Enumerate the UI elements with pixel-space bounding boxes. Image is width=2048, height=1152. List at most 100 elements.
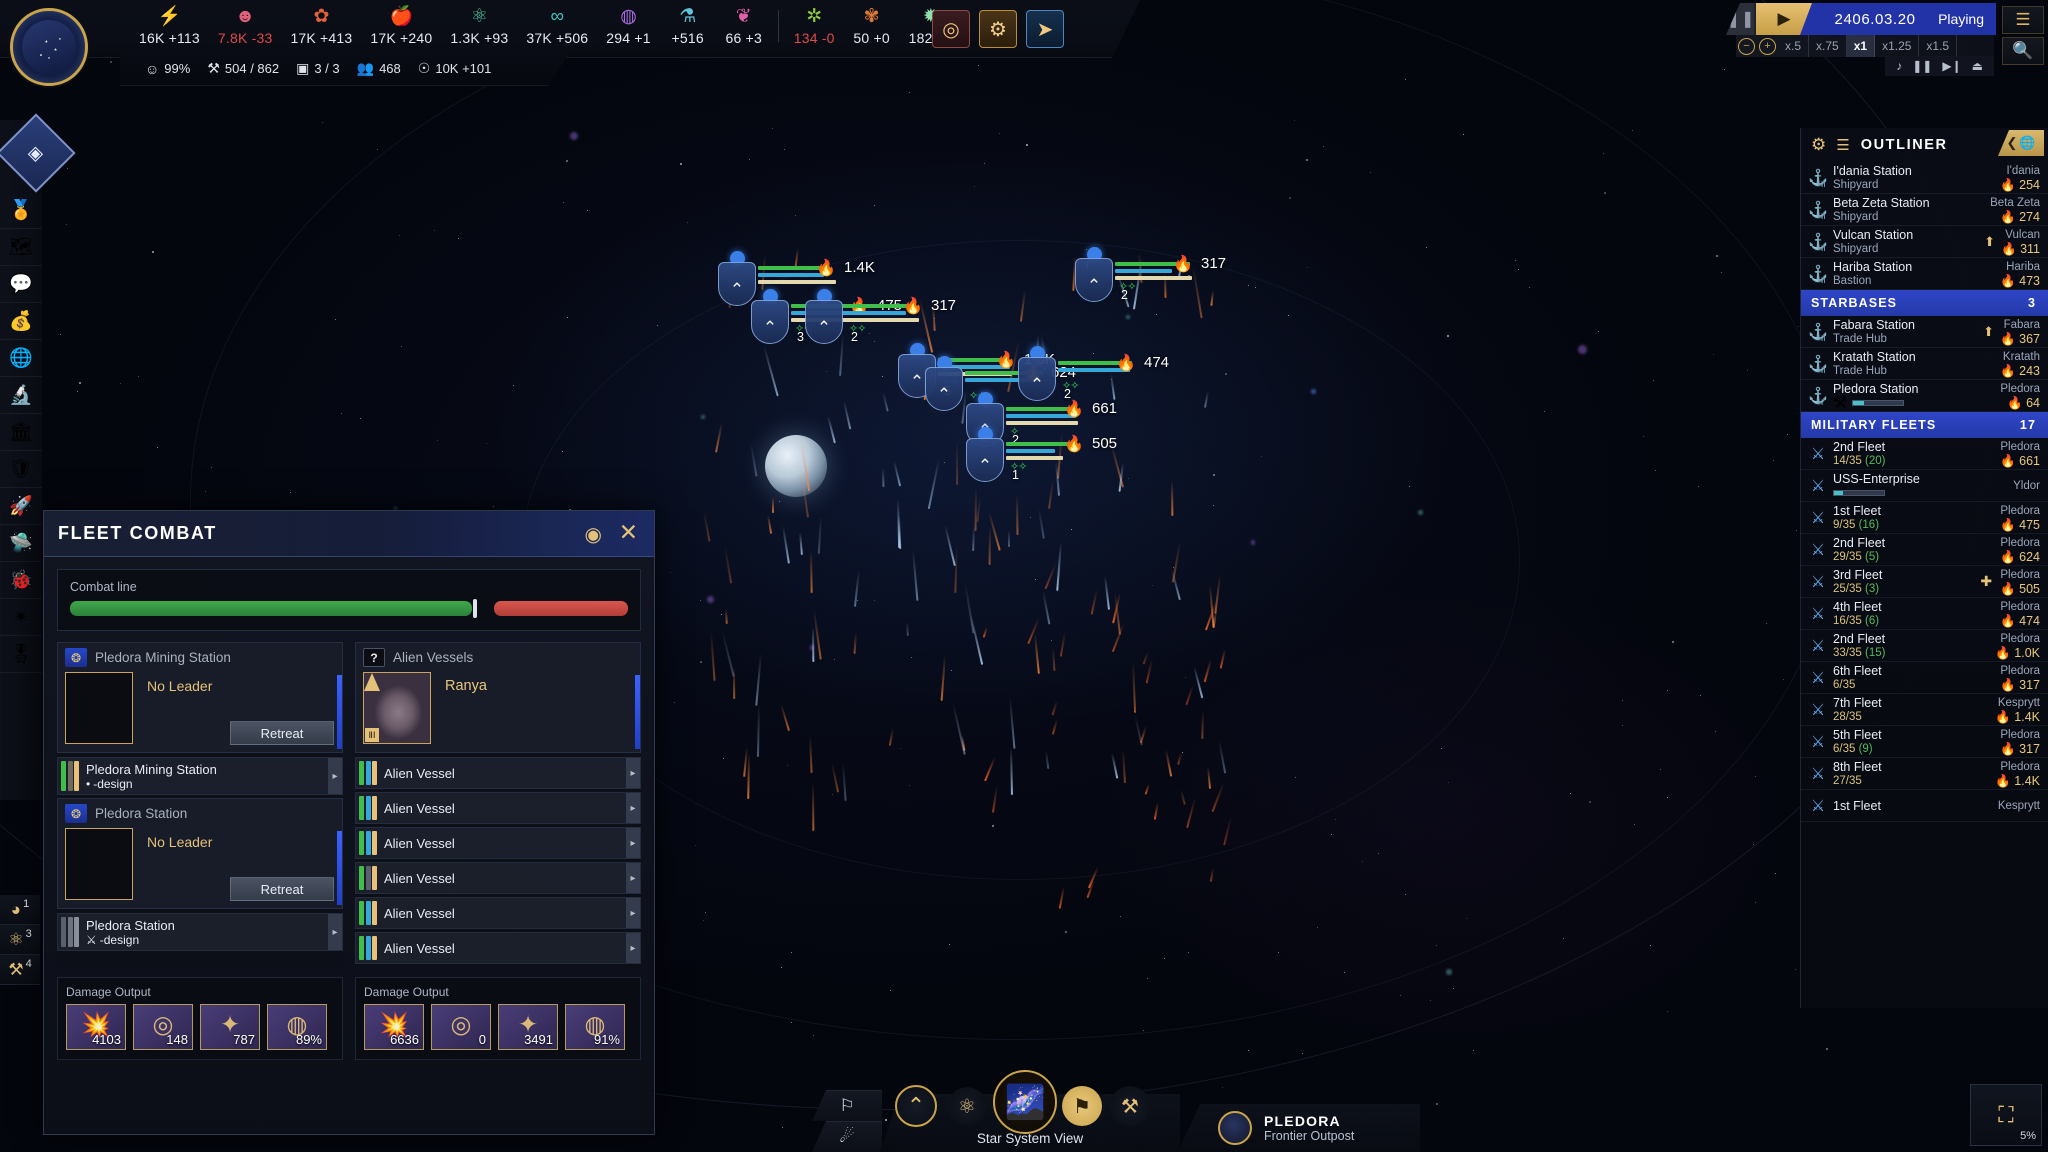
damage-stat-accuracy[interactable]: ◍ 89% [267, 1004, 327, 1050]
bottom-tab-1[interactable]: ☄ [812, 1121, 882, 1152]
top-center-buttons[interactable]: ◎ ⚙ ➤ [932, 10, 1064, 48]
speed-increase-button[interactable]: + [1759, 37, 1776, 55]
damage-stat-damage-taken[interactable]: ◎ 148 [133, 1004, 193, 1050]
bottom-tab-0[interactable]: ⚐ [812, 1090, 882, 1121]
galaxy-toggle-button[interactable]: ❮ 🌐 [1998, 130, 2044, 156]
combat-line-marker[interactable] [473, 599, 478, 618]
time-control[interactable]: ❚❚ ▶ 2406.03.20 Playing − + x.5 x.75 x1 x1.25… [1726, 3, 1996, 57]
outliner-panel[interactable]: ⚙ ☰ OUTLINER ❮ 🌐 ⚓ II I'dania Station Shipy… [1800, 128, 2048, 1008]
resource-influence[interactable]: ◍ 294 +1 [597, 6, 659, 46]
sidebar-item-fleets[interactable]: 🛸 [0, 525, 42, 562]
eye-icon[interactable]: ◉ [585, 522, 602, 547]
outliner-section-starbases[interactable]: STARBASES 3 [1801, 290, 2048, 316]
outliner-row[interactable]: ⚓ II Beta Zeta Station Shipyard Beta Zeta 🔥 2… [1801, 194, 2048, 226]
claims-view-button[interactable]: ⚑ [1062, 1086, 1102, 1126]
outliner-row[interactable]: ⚔ 1st Fleet 9/35 (16) Pledora 🔥 475 [1801, 502, 2048, 534]
ship-row[interactable]: Alien Vessel ▸ [355, 862, 641, 894]
close-icon[interactable]: ✕ [619, 519, 638, 546]
media-button-0[interactable]: ♪ [1892, 59, 1906, 73]
expand-arrow-icon[interactable]: ▸ [328, 914, 342, 950]
stat-colonies[interactable]: ▣ 3 / 3 [296, 60, 340, 77]
retreat-button[interactable]: Retreat [230, 877, 334, 901]
ship-row[interactable]: Pledora Mining Station • -design ▸ [57, 757, 343, 795]
expand-arrow-icon[interactable]: ▸ [626, 898, 640, 928]
outliner-row[interactable]: ⚔ 2nd Fleet 14/35 (20) Pledora 🔥 661 [1801, 438, 2048, 470]
expand-arrow-icon[interactable]: ▸ [626, 758, 640, 788]
outliner-list[interactable]: ⚓ II I'dania Station Shipyard I'dania 🔥 254 ⚓ I… [1801, 162, 2048, 822]
resource-volatile-motes[interactable]: ✾ 50 +0 [844, 6, 900, 46]
outliner-row[interactable]: ⚔ USS-Enterprise Yldor [1801, 470, 2048, 502]
media-button-2[interactable]: ▶❙ [1938, 59, 1965, 73]
sidebar-item-situations[interactable]: ✴ [0, 599, 42, 636]
leader-portrait[interactable] [65, 672, 133, 744]
research-notification[interactable]: ⚛ 3 [0, 925, 40, 955]
outliner-row[interactable]: ⚔ 2nd Fleet 33/35 (15) Pledora 🔥 1.0K [1801, 630, 2048, 662]
speed-decrease-button[interactable]: − [1738, 37, 1755, 55]
sidebar-item-ship-designer[interactable]: 🚀 [0, 488, 42, 525]
outliner-row[interactable]: ⚓ II Kratath Station Trade Hub Kratath 🔥 243 [1801, 348, 2048, 380]
gear-icon[interactable]: ⚙ [1811, 135, 1826, 155]
ship-row[interactable]: Alien Vessel ▸ [355, 932, 641, 964]
resource-rare-crystals[interactable]: ✲ 134 -0 [785, 6, 844, 46]
resource-exotic-gases[interactable]: ❦ 66 +3 [716, 6, 772, 46]
ship-row[interactable]: Alien Vessel ▸ [355, 792, 641, 824]
system-info-panel[interactable]: PLEDORA Frontier Outpost [1178, 1104, 1420, 1152]
outliner-row[interactable]: ⚓ II Vulcan Station Shipyard ⬆ Vulcan 🔥 311 [1801, 226, 2048, 258]
situation-log-button[interactable]: ◎ [932, 10, 970, 48]
sidebar-item-leaders[interactable]: 🏅 [0, 192, 42, 229]
resource-alloys[interactable]: ∞ 37K +506 [517, 6, 597, 46]
sidebar-item-traditions[interactable]: 🎖 [0, 636, 42, 673]
speed-option-x-5[interactable]: x.5 [1778, 35, 1810, 57]
resource-unity[interactable]: ⚗ +516 [660, 6, 716, 46]
stat-population[interactable]: 👥 468 [357, 60, 401, 77]
outliner-row[interactable]: ⚓ II Hariba Station Bastion Hariba 🔥 473 [1801, 258, 2048, 290]
pause-button[interactable]: ❚❚ [1726, 3, 1756, 35]
outliner-row[interactable]: ⚔ 7th Fleet 28/35 Kesprytt 🔥 1.4K [1801, 694, 2048, 726]
combat-party[interactable]: ? Alien Vessels Ranya [355, 642, 641, 753]
outliner-row[interactable]: ⚓ II Fabara Station Trade Hub ⬆ Fabara 🔥 367 [1801, 316, 2048, 348]
minimap[interactable]: ⛶ 5% [1970, 1084, 2042, 1146]
outliner-row[interactable]: ⚓ I Pledora Station ⚒ Pledora 🔥 64 [1801, 380, 2048, 412]
left-sidebar[interactable]: 🏅 🗺 💬 💰 🌐 🔬 🏛 🛡 🚀 🛸 🐞 ✴ 🎖 [0, 120, 42, 800]
outliner-row[interactable]: ⚓ II I'dania Station Shipyard I'dania 🔥 254 [1801, 162, 2048, 194]
speed-option-x1[interactable]: x1 [1846, 35, 1876, 57]
sidebar-item-market[interactable]: 💰 [0, 303, 42, 340]
media-button-3[interactable]: ⏏ [1968, 59, 1987, 73]
resource-food[interactable]: 🍎 17K +240 [361, 6, 441, 46]
expand-arrow-icon[interactable]: ▸ [328, 758, 342, 794]
hostile-forces-column[interactable]: ?Alien VesselsRanyaAlien Vessel▸Alien Ve… [355, 642, 641, 967]
galaxy-zoom-out-button[interactable]: ⌃ [895, 1085, 937, 1127]
sidebar-notifications[interactable]: ◕ 1 ⚛ 3 ⚒ 4 [0, 895, 40, 985]
empire-emblem[interactable] [10, 8, 88, 86]
planet-pledora[interactable] [765, 435, 827, 497]
science-view-button[interactable]: ⚛ [948, 1087, 986, 1125]
list-icon[interactable]: ☰ [1836, 136, 1850, 154]
leader-portrait[interactable] [363, 672, 431, 744]
outliner-row[interactable]: ⚔ 6th Fleet 6/35 Pledora 🔥 317 [1801, 662, 2048, 694]
friendly-forces-column[interactable]: ❂ Pledora Mining Station No Leader Retreat P… [57, 642, 343, 967]
sidebar-item-planets[interactable]: 🗺 [0, 229, 42, 266]
stat-pops[interactable]: ⚒ 504 / 862 [207, 60, 279, 77]
sidebar-item-species[interactable]: 🐞 [0, 562, 42, 599]
expand-arrow-icon[interactable]: ▸ [626, 933, 640, 963]
leader-portrait[interactable] [65, 828, 133, 900]
combat-line-track[interactable] [70, 599, 628, 618]
outliner-row[interactable]: ⚔ 3rd Fleet 25/35 (3) ✚ Pledora 🔥 505 [1801, 566, 2048, 598]
ship-row[interactable]: Alien Vessel ▸ [355, 757, 641, 789]
speed-option-x1-25[interactable]: x1.25 [1875, 35, 1920, 57]
damage-stat-hull-damage[interactable]: ✦ 3491 [498, 1004, 558, 1050]
speed-option-x-75[interactable]: x.75 [1809, 35, 1847, 57]
outliner-row[interactable]: ⚔ 1st Fleet Kesprytt [1801, 790, 2048, 822]
damage-stat-damage-taken[interactable]: ◎ 0 [431, 1004, 491, 1050]
reinforce-icon[interactable]: ✚ [1972, 573, 2000, 590]
construction-view-button[interactable]: ⚒ [1110, 1086, 1150, 1126]
construction-notification[interactable]: ⚒ 4 [0, 955, 40, 985]
media-button-1[interactable]: ❚❚ [1908, 59, 1936, 73]
outliner-row[interactable]: ⚔ 4th Fleet 16/35 (6) Pledora 🔥 474 [1801, 598, 2048, 630]
outliner-row[interactable]: ⚔ 5th Fleet 6/35 (9) Pledora 🔥 317 [1801, 726, 2048, 758]
ship-row[interactable]: Pledora Station ⚔ -design ▸ [57, 913, 343, 951]
ship-row[interactable]: Alien Vessel ▸ [355, 897, 641, 929]
speed-option-x1-5[interactable]: x1.5 [1919, 35, 1958, 57]
sidebar-item-contacts[interactable]: 💬 [0, 266, 42, 303]
stat-research[interactable]: ☉ 10K +101 [418, 60, 492, 77]
